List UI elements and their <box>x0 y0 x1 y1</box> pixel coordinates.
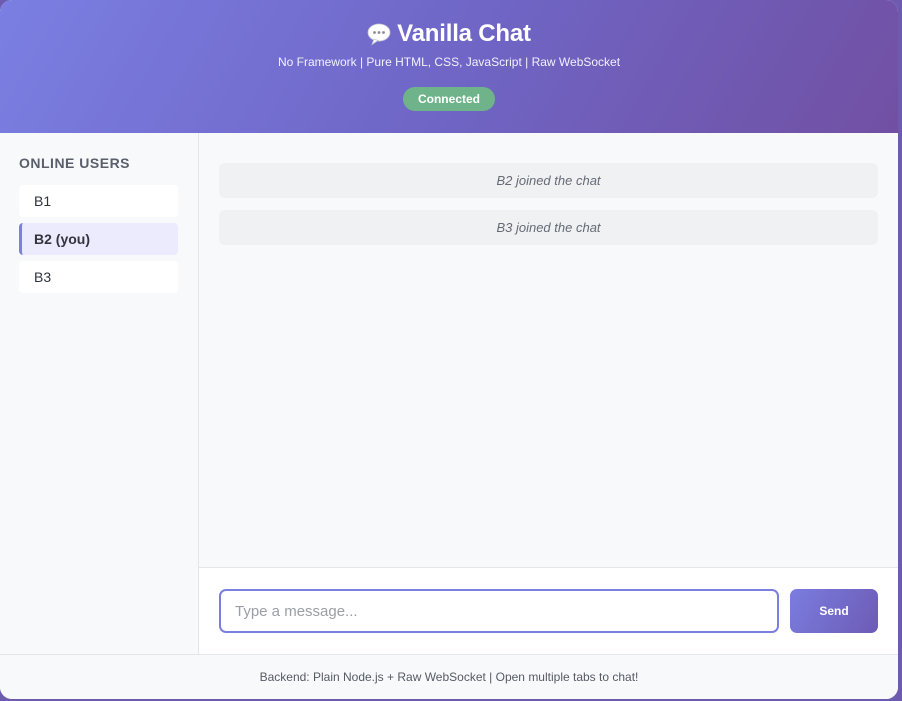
chat-area: B2 joined the chat B3 joined the chat Se… <box>199 133 898 654</box>
online-users-sidebar: ONLINE USERS B1 B2 (you) B3 <box>0 133 199 654</box>
system-message: B2 joined the chat <box>219 163 878 198</box>
send-button[interactable]: Send <box>790 589 878 633</box>
message-composer: Send <box>199 567 898 654</box>
user-item-b1[interactable]: B1 <box>19 185 178 217</box>
online-users-heading: ONLINE USERS <box>19 155 131 171</box>
user-item-b3[interactable]: B3 <box>19 261 178 293</box>
chat-app-window: Vanilla Chat No Framework | Pure HTML, C… <box>0 0 898 699</box>
speech-bubble-icon <box>367 22 391 46</box>
user-item-b2-self[interactable]: B2 (you) <box>19 223 178 255</box>
system-message: B3 joined the chat <box>219 210 878 245</box>
title-row: Vanilla Chat <box>367 20 531 48</box>
app-header: Vanilla Chat No Framework | Pure HTML, C… <box>0 0 898 133</box>
message-list: B2 joined the chat B3 joined the chat <box>199 133 898 567</box>
main-area: ONLINE USERS B1 B2 (you) B3 B2 joined th… <box>0 133 898 654</box>
footer-note: Backend: Plain Node.js + Raw WebSocket |… <box>0 654 898 699</box>
message-input[interactable] <box>219 589 779 633</box>
app-subtitle: No Framework | Pure HTML, CSS, JavaScrip… <box>277 55 621 69</box>
connection-status-badge: Connected <box>402 87 495 111</box>
app-title: Vanilla Chat <box>397 20 531 47</box>
